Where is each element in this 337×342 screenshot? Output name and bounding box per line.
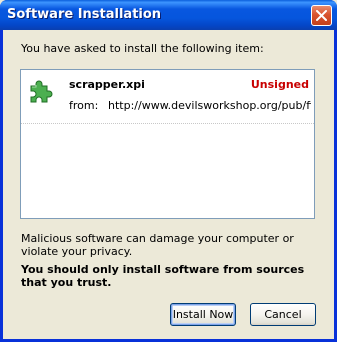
title-bar[interactable]: Software Installation (0, 0, 337, 30)
advice-text: You should only install software from so… (21, 263, 305, 289)
item-name: scrapper.xpi (69, 78, 145, 91)
close-icon (316, 10, 327, 21)
install-item-list[interactable]: scrapper.xpi Unsigned from: http://www.d… (20, 69, 315, 219)
list-item[interactable]: scrapper.xpi Unsigned from: http://www.d… (21, 70, 314, 124)
item-url: http://www.devilsworkshop.org/pub/firefo… (108, 99, 311, 112)
dialog-body: You have asked to install the following … (3, 30, 334, 339)
status-badge: Unsigned (250, 78, 309, 91)
intro-text: You have asked to install the following … (21, 42, 264, 55)
software-installation-dialog: Software Installation You have asked to … (0, 0, 337, 342)
puzzle-piece-icon (30, 80, 53, 103)
install-now-button[interactable]: Install Now (170, 303, 236, 326)
close-button[interactable] (311, 5, 332, 26)
from-label: from: (69, 99, 99, 112)
window-title: Software Installation (7, 7, 162, 22)
cancel-button[interactable]: Cancel (250, 303, 316, 326)
warning-text: Malicious software can damage your compu… (21, 232, 294, 258)
